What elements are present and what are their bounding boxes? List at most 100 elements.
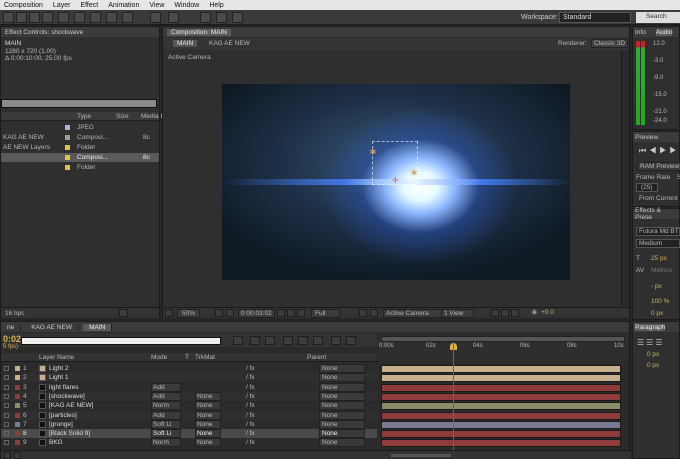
renderer-select[interactable]: Classic 3D — [591, 39, 629, 48]
layer-parent-select[interactable]: None — [319, 382, 365, 392]
bpc-label[interactable]: 16 bpc — [5, 310, 25, 317]
layer-mode-select[interactable]: Soft Li — [151, 429, 181, 439]
column-mode[interactable]: Mode — [151, 354, 167, 361]
layer-name[interactable]: [particles] — [49, 412, 77, 419]
layer-name[interactable]: Light 2 — [49, 365, 69, 372]
column-type[interactable]: Type — [77, 113, 91, 120]
timeline-tab[interactable]: ne — [1, 323, 22, 331]
type-tool-icon[interactable] — [90, 12, 101, 23]
layer-mode-select[interactable]: Soft Li — [151, 419, 181, 429]
viewer-scrollbar[interactable] — [621, 50, 628, 306]
layer-row[interactable]: 6 [particles] Add None / fx None — [1, 410, 377, 420]
shy-layers-icon[interactable] — [283, 336, 293, 345]
layer-trkmat-select[interactable]: None — [195, 438, 221, 448]
project-row[interactable]: Composi... 8c — [1, 153, 159, 162]
timeline-tab[interactable]: MAIN — [83, 323, 113, 331]
search-help-input[interactable]: Search Help — [636, 12, 680, 30]
mask-icon[interactable] — [226, 309, 234, 317]
layer-parent-select[interactable]: None — [319, 401, 365, 411]
trash-icon[interactable] — [119, 309, 128, 317]
workspace-select[interactable]: Standard — [559, 12, 631, 23]
align-buttons[interactable]: ☰☰☰ — [637, 338, 665, 347]
layer-parent-select[interactable]: None — [319, 410, 365, 420]
from-current-checkbox[interactable]: From Current — [639, 195, 678, 202]
modes-icon[interactable] — [14, 452, 21, 459]
layer-label-color[interactable] — [15, 375, 20, 381]
stamp-tool-icon[interactable] — [122, 12, 133, 23]
layer-fx-switch[interactable]: / fx — [246, 439, 255, 446]
layer-parent-select[interactable]: None — [319, 373, 365, 383]
views-layout-select[interactable]: 1 View — [441, 309, 475, 318]
layer-switches-icon[interactable] — [4, 452, 11, 459]
layer-trkmat-select[interactable]: None — [195, 391, 221, 401]
fast-preview-icon[interactable] — [491, 309, 499, 317]
layer-parent-select[interactable]: None — [319, 429, 365, 439]
project-row[interactable]: Folder — [1, 163, 159, 172]
rotate-tool-icon[interactable] — [29, 12, 40, 23]
paragraph-tab[interactable]: Paragraph — [635, 323, 666, 331]
timeline-timecode[interactable]: 0:02 — [3, 334, 21, 344]
zoom-tool-icon[interactable] — [16, 12, 27, 23]
menu-item-composition[interactable]: Composition — [4, 2, 43, 9]
layer-parent-select[interactable]: None — [319, 391, 365, 401]
layer-name[interactable]: BKG — [49, 439, 63, 446]
effect-controls-tab[interactable]: Effect Controls: shockwave — [1, 27, 159, 37]
layer-name[interactable]: light flares — [49, 384, 79, 391]
layer-name[interactable]: [Black Solid 9] — [49, 430, 90, 437]
light-icon[interactable]: ✶ — [368, 146, 380, 158]
hand-tool-icon[interactable] — [3, 12, 14, 23]
composition-canvas[interactable]: ✶ ✶ ✛ — [222, 84, 570, 280]
label-color-swatch[interactable] — [65, 155, 70, 160]
time-ruler[interactable]: 0:00s 02s 04s 06s 08s 10s — [379, 333, 629, 361]
vertical-scale-value[interactable]: 100 % — [651, 298, 669, 305]
visibility-toggle-icon[interactable] — [4, 421, 9, 427]
layer-name[interactable]: [shockwave] — [49, 393, 85, 400]
layer-trkmat-select[interactable]: None — [195, 419, 221, 429]
layer-name[interactable]: [grunge] — [49, 421, 73, 428]
label-color-swatch[interactable] — [65, 125, 70, 130]
playback-controls[interactable]: ⏮◀▶▶ — [639, 146, 680, 156]
layer-fx-switch[interactable]: / fx — [246, 393, 255, 400]
layer-label-color[interactable] — [15, 421, 20, 427]
layer-row[interactable]: 8 [Black Solid 9] Soft Li None / fx None — [1, 429, 377, 439]
layer-fx-switch[interactable]: / fx — [246, 365, 255, 372]
layer-label-color[interactable] — [15, 384, 20, 390]
layer-duration-bar[interactable] — [381, 383, 621, 392]
puppet-tool-icon[interactable] — [150, 12, 161, 23]
layer-duration-bar[interactable] — [381, 392, 621, 401]
layer-label-color[interactable] — [15, 440, 20, 446]
layer-trkmat-select[interactable]: None — [195, 429, 221, 439]
axis-view-icon[interactable] — [232, 12, 243, 23]
timeline-tab[interactable]: KAG AE NEW — [25, 323, 80, 331]
layer-fx-switch[interactable]: / fx — [246, 412, 255, 419]
info-tab[interactable]: Info — [635, 29, 646, 36]
leading-value[interactable]: - px — [651, 283, 662, 290]
motion-blur-icon[interactable] — [313, 336, 323, 345]
layer-duration-bar[interactable] — [381, 365, 621, 373]
flowchart-icon[interactable] — [511, 309, 519, 317]
layer-row[interactable]: 1 Light 2 / fx None — [1, 364, 377, 373]
layer-duration-bar[interactable] — [381, 420, 621, 429]
work-area-bar[interactable] — [381, 336, 625, 342]
pan-tool-icon[interactable] — [58, 12, 69, 23]
layer-fx-switch[interactable]: / fx — [246, 384, 255, 391]
layer-label-color[interactable] — [15, 431, 20, 437]
column-trkmat[interactable]: TrkMat — [195, 354, 215, 361]
visibility-toggle-icon[interactable] — [4, 403, 9, 409]
draft-3d-icon[interactable] — [265, 336, 275, 345]
indent-left-value[interactable]: 0 px — [647, 351, 659, 358]
layer-row[interactable]: 7 [grunge] Soft Li None / fx None — [1, 419, 377, 429]
ram-preview-button[interactable]: RAM Preview O — [637, 162, 680, 171]
layer-duration-bar[interactable] — [381, 430, 621, 439]
column-size[interactable]: Size — [116, 113, 129, 120]
pen-tool-icon[interactable] — [74, 12, 85, 23]
layer-trkmat-select[interactable]: None — [195, 401, 221, 411]
column-layer-name[interactable]: Layer Name — [39, 354, 74, 361]
fps-select[interactable]: (25) — [636, 183, 658, 192]
project-search-input[interactable] — [1, 99, 157, 108]
kerning-value[interactable]: Metrics — [651, 267, 672, 274]
menu-item-layer[interactable]: Layer — [53, 2, 71, 9]
layer-mode-select[interactable]: Norm — [151, 401, 181, 411]
always-preview-icon[interactable] — [165, 309, 173, 317]
exposure-value[interactable]: +0.0 — [541, 309, 554, 316]
